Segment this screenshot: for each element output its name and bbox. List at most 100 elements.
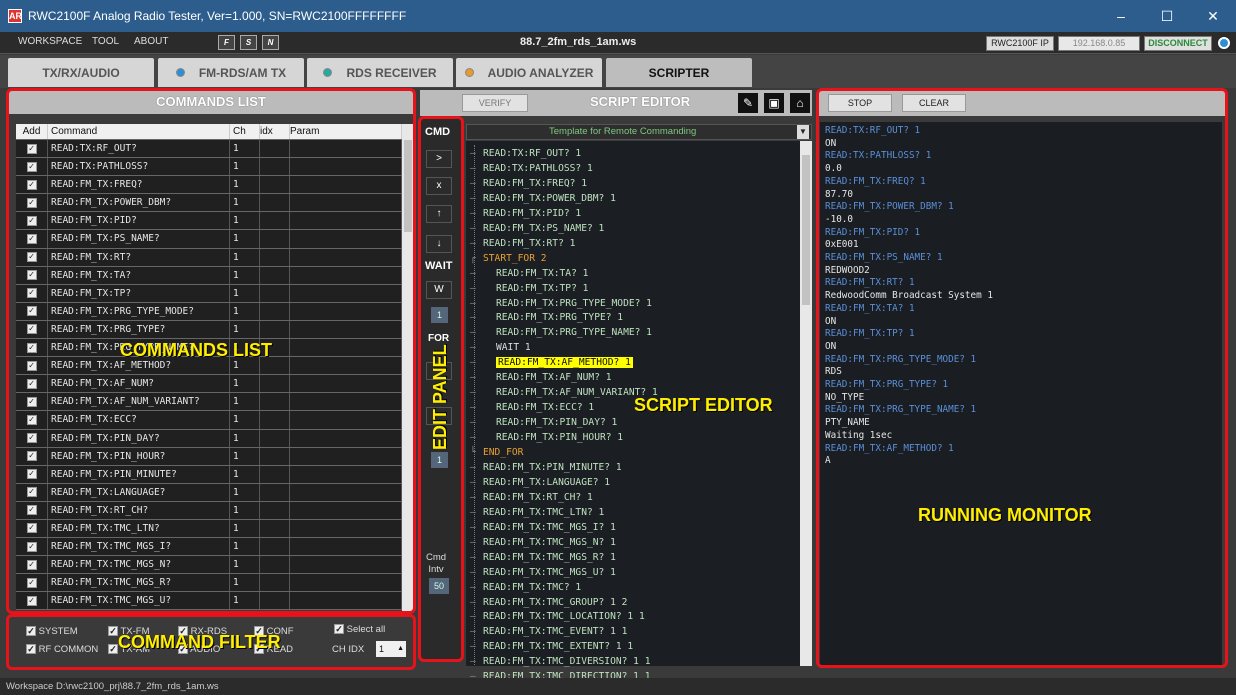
select-all-checkbox[interactable]: ✓ Select all: [334, 624, 385, 635]
add-checkbox[interactable]: ✓: [16, 176, 48, 194]
ch-cell[interactable]: 1: [230, 230, 260, 248]
script-line[interactable]: — READ:FM_TX:PRG_TYPE_NAME? 1: [470, 325, 652, 340]
idx-cell[interactable]: [260, 284, 290, 302]
idx-cell[interactable]: [260, 176, 290, 194]
ch-cell[interactable]: 1: [230, 320, 260, 339]
add-wait-button[interactable]: W: [426, 281, 452, 299]
add-command-button[interactable]: >: [426, 150, 452, 168]
idx-cell[interactable]: [260, 320, 290, 339]
param-cell[interactable]: [290, 375, 402, 393]
add-checkbox[interactable]: ✓: [16, 447, 48, 465]
idx-cell[interactable]: [260, 212, 290, 230]
menu-tool[interactable]: TOOL: [92, 36, 119, 47]
table-row[interactable]: ✓ READ:FM_TX:TA? 1: [16, 266, 402, 285]
param-cell[interactable]: [290, 266, 402, 284]
add-checkbox[interactable]: ✓: [16, 140, 48, 158]
script-line[interactable]: — READ:FM_TX:AF_METHOD? 1: [470, 355, 633, 370]
param-cell[interactable]: [290, 140, 402, 158]
add-checkbox[interactable]: ✓: [16, 284, 48, 302]
script-line[interactable]: — READ:FM_TX:TMC_MGS_U? 1: [470, 565, 616, 580]
script-line[interactable]: — READ:FM_TX:TMC_LTN? 1: [470, 505, 604, 520]
script-line[interactable]: — READ:FM_TX:TMC_MGS_N? 1: [470, 535, 616, 550]
idx-cell[interactable]: [260, 302, 290, 320]
ch-cell[interactable]: 1: [230, 411, 260, 429]
table-row[interactable]: ✓ READ:FM_TX:PID? 1: [16, 212, 402, 231]
script-line[interactable]: — READ:FM_TX:ECC? 1: [470, 400, 594, 415]
add-checkbox[interactable]: ✓: [16, 556, 48, 574]
ch-cell[interactable]: 1: [230, 429, 260, 447]
ch-cell[interactable]: 1: [230, 538, 260, 556]
ch-cell[interactable]: 1: [230, 140, 260, 158]
script-line[interactable]: — READ:FM_TX:TMC_LOCATION? 1 1: [470, 609, 645, 624]
table-row[interactable]: ✓ READ:FM_TX:TMC_MGS_N? 1: [16, 556, 402, 575]
stop-button[interactable]: STOP: [828, 94, 892, 112]
ch-cell[interactable]: 1: [230, 501, 260, 519]
ch-cell[interactable]: 1: [230, 483, 260, 501]
ch-cell[interactable]: 1: [230, 158, 260, 176]
format-icon[interactable]: F: [218, 35, 235, 50]
table-row[interactable]: ✓ READ:FM_TX:AF_NUM_VARIANT? 1: [16, 393, 402, 412]
param-cell[interactable]: [290, 411, 402, 429]
table-row[interactable]: ✓ READ:TX:RF_OUT? 1: [16, 140, 402, 159]
script-line[interactable]: ┌ START_FOR 2: [470, 251, 547, 266]
add-checkbox[interactable]: ✓: [16, 248, 48, 266]
ch-cell[interactable]: 1: [230, 592, 260, 610]
add-checkbox[interactable]: ✓: [16, 302, 48, 320]
table-row[interactable]: ✓ READ:FM_TX:TMC_MGS_I? 1: [16, 538, 402, 557]
add-checkbox[interactable]: ✓: [16, 230, 48, 248]
idx-cell[interactable]: [260, 465, 290, 483]
script-line[interactable]: — READ:TX:PATHLOSS? 1: [470, 161, 593, 176]
script-line[interactable]: — READ:FM_TX:PIN_HOUR? 1: [470, 430, 623, 445]
save-disk-icon[interactable]: ▣: [764, 93, 784, 113]
scrollbar-thumb[interactable]: [404, 140, 412, 232]
ch-cell[interactable]: 1: [230, 212, 260, 230]
add-checkbox[interactable]: ✓: [16, 212, 48, 230]
idx-cell[interactable]: [260, 393, 290, 411]
ch-cell[interactable]: 1: [230, 465, 260, 483]
add-checkbox[interactable]: ✓: [16, 339, 48, 357]
ch-cell[interactable]: 1: [230, 248, 260, 266]
tab-fm-rds-am-tx[interactable]: FM-RDS/AM TX: [158, 58, 304, 87]
script-line[interactable]: — READ:FM_TX:TA? 1: [470, 266, 588, 281]
script-line[interactable]: — READ:FM_TX:FREQ? 1: [470, 176, 587, 191]
add-checkbox[interactable]: ✓: [16, 411, 48, 429]
add-checkbox[interactable]: ✓: [16, 574, 48, 592]
for-count-input[interactable]: 1: [431, 452, 448, 468]
param-cell[interactable]: [290, 393, 402, 411]
add-checkbox[interactable]: ✓: [16, 465, 48, 483]
col-param-header[interactable]: Param: [290, 124, 402, 139]
tab-rds-receiver[interactable]: RDS RECEIVER: [307, 58, 453, 87]
menu-about[interactable]: ABOUT: [134, 36, 168, 47]
scrollbar-thumb[interactable]: [802, 155, 810, 305]
ch-cell[interactable]: 1: [230, 194, 260, 212]
script-line[interactable]: — READ:FM_TX:PID? 1: [470, 206, 581, 221]
param-cell[interactable]: [290, 574, 402, 592]
param-cell[interactable]: [290, 538, 402, 556]
disconnect-button[interactable]: DISCONNECT: [1144, 36, 1212, 51]
add-checkbox[interactable]: ✓: [16, 592, 48, 610]
add-checkbox[interactable]: ✓: [16, 429, 48, 447]
param-cell[interactable]: [290, 447, 402, 465]
tab-tx-rx-audio[interactable]: TX/RX/AUDIO: [8, 58, 154, 87]
add-checkbox[interactable]: ✓: [16, 501, 48, 519]
script-line[interactable]: — READ:FM_TX:TMC? 1: [470, 580, 581, 595]
script-line[interactable]: — READ:FM_TX:TMC_MGS_R? 1: [470, 550, 616, 565]
add-checkbox[interactable]: ✓: [16, 194, 48, 212]
table-row[interactable]: ✓ READ:TX:PATHLOSS? 1: [16, 158, 402, 177]
param-cell[interactable]: [290, 230, 402, 248]
table-row[interactable]: ✓ READ:FM_TX:POWER_DBM? 1: [16, 194, 402, 213]
idx-cell[interactable]: [260, 248, 290, 266]
param-cell[interactable]: [290, 429, 402, 447]
param-cell[interactable]: [290, 212, 402, 230]
ch-cell[interactable]: 1: [230, 375, 260, 393]
tab-audio-analyzer[interactable]: AUDIO ANALYZER: [456, 58, 602, 87]
filter-rf-common[interactable]: ✓ RF COMMON: [26, 644, 98, 655]
col-idx-header[interactable]: idx: [260, 124, 290, 139]
script-line[interactable]: — READ:TX:RF_OUT? 1: [470, 146, 581, 161]
col-command-header[interactable]: Command: [48, 124, 230, 139]
script-line[interactable]: — READ:FM_TX:PS_NAME? 1: [470, 221, 604, 236]
script-line[interactable]: — READ:FM_TX:PIN_DAY? 1: [470, 415, 617, 430]
move-down-button[interactable]: ↓: [426, 235, 452, 253]
script-line[interactable]: — READ:FM_TX:TMC_DIVERSION? 1 1: [470, 654, 651, 669]
script-line[interactable]: — READ:FM_TX:PIN_MINUTE? 1: [470, 460, 622, 475]
